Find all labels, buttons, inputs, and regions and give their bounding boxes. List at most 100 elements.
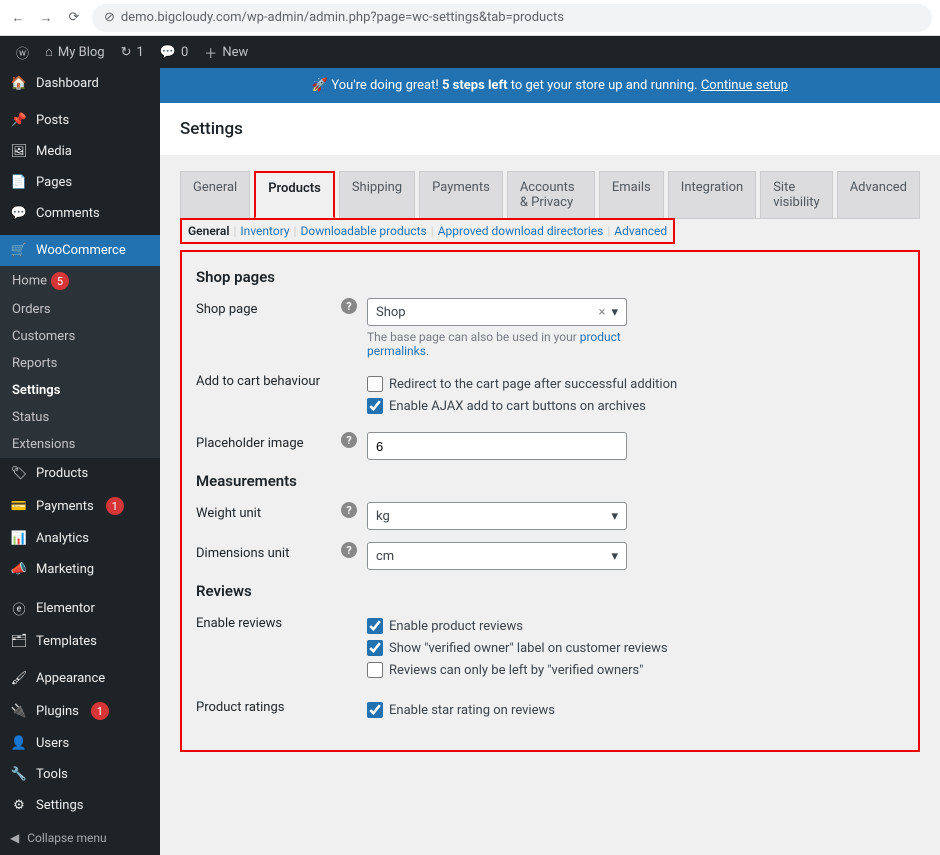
- tools-icon: 🔧: [10, 767, 28, 782]
- sidebar-item-extensions[interactable]: Extensions: [0, 431, 160, 458]
- sidebar-item-settings-wp[interactable]: ⚙Settings: [0, 790, 160, 821]
- sidebar-item-woo-home[interactable]: Home5: [0, 266, 160, 296]
- sidebar-item-orders[interactable]: Orders: [0, 296, 160, 323]
- label-add-to-cart: Add to cart behaviour: [196, 370, 341, 389]
- back-button[interactable]: ←: [8, 8, 28, 28]
- page-title: Settings: [160, 103, 940, 155]
- subtab-inventory[interactable]: Inventory: [240, 224, 289, 238]
- continue-setup-link[interactable]: Continue setup: [701, 78, 788, 93]
- plugins-badge: 1: [91, 702, 109, 720]
- sidebar-item-comments[interactable]: 💬Comments: [0, 198, 160, 229]
- settings-tabs: General Products Shipping Payments Accou…: [180, 171, 920, 219]
- main-content: 🚀 You're doing great! 5 steps left to ge…: [160, 68, 940, 855]
- sidebar-item-users[interactable]: 👤Users: [0, 728, 160, 759]
- help-icon[interactable]: ?: [341, 502, 357, 518]
- sidebar-item-woocommerce[interactable]: 🛒WooCommerce: [0, 235, 160, 266]
- sidebar-item-dashboard[interactable]: 🏠Dashboard: [0, 68, 160, 99]
- analytics-icon: 📊: [10, 531, 28, 546]
- placeholder-image-input[interactable]: [367, 432, 627, 460]
- chevron-down-icon: ▾: [611, 305, 618, 320]
- tab-site-visibility[interactable]: Site visibility: [760, 171, 833, 218]
- payments-icon: 💳: [10, 499, 28, 514]
- label-weight-unit: Weight unit: [196, 502, 341, 521]
- comment-icon: 💬: [160, 45, 176, 60]
- home-badge: 5: [51, 272, 69, 290]
- help-icon[interactable]: ?: [341, 542, 357, 558]
- sidebar-item-appearance[interactable]: 🖌Appearance: [0, 663, 160, 694]
- sidebar-item-reports[interactable]: Reports: [0, 350, 160, 377]
- chevron-down-icon: ▾: [611, 549, 618, 564]
- tab-shipping[interactable]: Shipping: [339, 171, 415, 218]
- home-icon: ⌂: [45, 44, 53, 60]
- pin-icon: 📌: [10, 113, 28, 128]
- sidebar-item-products[interactable]: 🏷Products: [0, 458, 160, 489]
- comment-icon: 💬: [10, 206, 28, 221]
- label-placeholder-image: Placeholder image: [196, 432, 341, 451]
- sidebar-item-posts[interactable]: 📌Posts: [0, 105, 160, 136]
- plus-icon: ＋: [204, 43, 217, 62]
- tab-payments[interactable]: Payments: [419, 171, 503, 218]
- woo-submenu: Home5 Orders Customers Reports Settings …: [0, 266, 160, 458]
- sidebar-item-templates[interactable]: 🗂Templates: [0, 626, 160, 657]
- tab-emails[interactable]: Emails: [599, 171, 664, 218]
- checkbox-verified-only[interactable]: [367, 662, 383, 678]
- sidebar-item-pages[interactable]: 📄Pages: [0, 167, 160, 198]
- sidebar-item-payments[interactable]: 💳Payments1: [0, 489, 160, 523]
- site-info-icon: ⊘: [104, 10, 115, 25]
- sidebar-item-media[interactable]: 🖼Media: [0, 136, 160, 167]
- tab-general[interactable]: General: [180, 171, 250, 218]
- sidebar-item-elementor[interactable]: ⓔElementor: [0, 591, 160, 626]
- section-measurements: Measurements: [196, 472, 904, 490]
- products-subtabs: General| Inventory| Downloadable product…: [180, 218, 675, 244]
- site-link[interactable]: ⌂My Blog: [37, 36, 113, 68]
- sidebar-item-plugins[interactable]: 🔌Plugins1: [0, 694, 160, 728]
- checkbox-star-rating[interactable]: [367, 702, 383, 718]
- checkbox-ajax-cart[interactable]: [367, 398, 383, 414]
- checkbox-verified-label[interactable]: [367, 640, 383, 656]
- tab-integration[interactable]: Integration: [668, 171, 756, 218]
- new-link[interactable]: ＋New: [196, 36, 256, 68]
- admin-sidebar: 🏠Dashboard 📌Posts 🖼Media 📄Pages 💬Comment…: [0, 68, 160, 855]
- settings-icon: ⚙: [10, 798, 28, 813]
- users-icon: 👤: [10, 736, 28, 751]
- sidebar-item-analytics[interactable]: 📊Analytics: [0, 523, 160, 554]
- marketing-icon: 📣: [10, 562, 28, 577]
- shop-page-select[interactable]: Shop ×▾: [367, 298, 627, 326]
- tab-accounts-privacy[interactable]: Accounts & Privacy: [507, 171, 595, 218]
- sidebar-item-settings[interactable]: Settings: [0, 377, 160, 404]
- wp-logo[interactable]: ⓦ: [8, 36, 37, 68]
- section-reviews: Reviews: [196, 582, 904, 600]
- forward-button[interactable]: →: [36, 8, 56, 28]
- sidebar-item-status[interactable]: Status: [0, 404, 160, 431]
- comments-link[interactable]: 💬0: [152, 36, 197, 68]
- label-product-ratings: Product ratings: [196, 696, 341, 715]
- tab-products[interactable]: Products: [254, 171, 335, 219]
- collapse-menu[interactable]: ◀Collapse menu: [0, 821, 160, 855]
- url-bar[interactable]: ⊘ demo.bigcloudy.com/wp-admin/admin.php?…: [92, 4, 932, 32]
- subtab-downloadable[interactable]: Downloadable products: [300, 224, 426, 238]
- payments-badge: 1: [106, 497, 124, 515]
- subtab-advanced[interactable]: Advanced: [614, 224, 667, 238]
- updates-link[interactable]: ↻1: [113, 36, 152, 68]
- elementor-icon: ⓔ: [10, 599, 28, 618]
- help-icon[interactable]: ?: [341, 432, 357, 448]
- tab-advanced[interactable]: Advanced: [837, 171, 920, 218]
- chevron-down-icon: ▾: [611, 509, 618, 524]
- reload-button[interactable]: ⟳: [64, 8, 84, 28]
- label-dimensions-unit: Dimensions unit: [196, 542, 341, 561]
- subtab-general[interactable]: General: [188, 224, 229, 238]
- page-icon: 📄: [10, 175, 28, 190]
- checkbox-enable-reviews[interactable]: [367, 618, 383, 634]
- setup-notice: 🚀 You're doing great! 5 steps left to ge…: [160, 68, 940, 103]
- weight-unit-select[interactable]: kg▾: [367, 502, 627, 530]
- help-icon[interactable]: ?: [341, 298, 357, 314]
- sidebar-item-tools[interactable]: 🔧Tools: [0, 759, 160, 790]
- products-icon: 🏷: [10, 466, 28, 481]
- subtab-approved-dirs[interactable]: Approved download directories: [438, 224, 604, 238]
- sidebar-item-customers[interactable]: Customers: [0, 323, 160, 350]
- browser-toolbar: ← → ⟳ ⊘ demo.bigcloudy.com/wp-admin/admi…: [0, 0, 940, 36]
- clear-icon[interactable]: ×: [599, 305, 606, 320]
- dimensions-unit-select[interactable]: cm▾: [367, 542, 627, 570]
- sidebar-item-marketing[interactable]: 📣Marketing: [0, 554, 160, 585]
- checkbox-redirect-cart[interactable]: [367, 376, 383, 392]
